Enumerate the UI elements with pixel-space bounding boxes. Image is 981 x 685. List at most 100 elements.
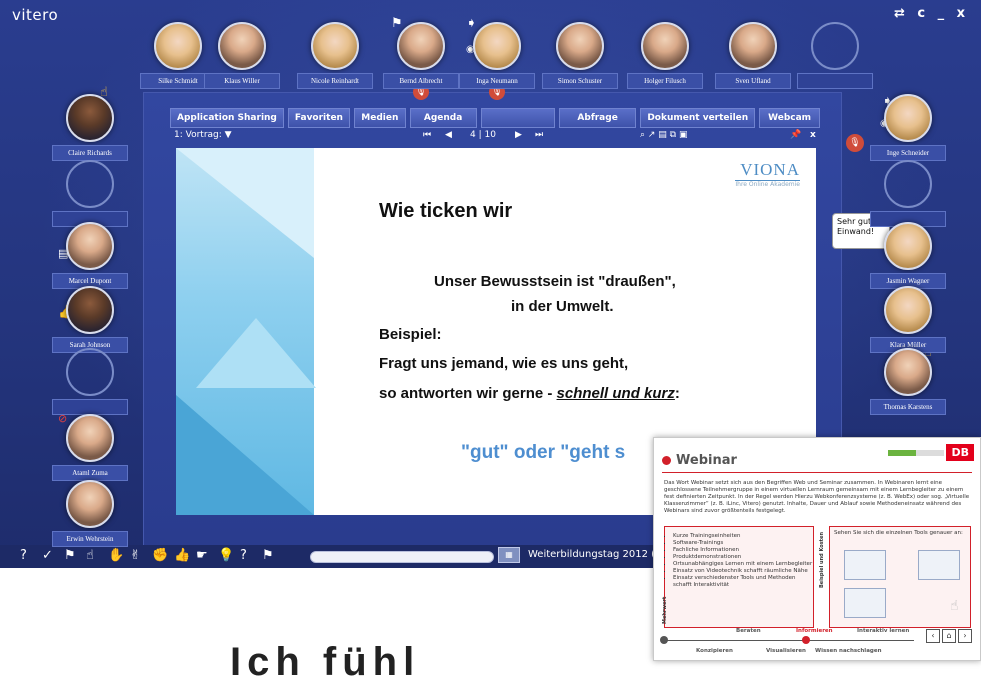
tool-thumbnail[interactable] <box>918 550 960 580</box>
participant-seat[interactable]: Inga Neumann <box>459 22 535 89</box>
viona-logo: VIONA Ihre Online Akademie <box>735 160 800 188</box>
menu-item[interactable] <box>480 108 555 128</box>
menu-item[interactable]: Medien <box>353 108 406 128</box>
participant-seat[interactable]: Sven Ufland <box>715 22 791 89</box>
close-icon[interactable]: x <box>810 130 816 140</box>
participant-avatar[interactable] <box>218 22 266 70</box>
participant-seat[interactable]: Erwin Wehrstein <box>52 480 128 547</box>
timeline <box>664 640 914 641</box>
progress-bar <box>310 551 494 563</box>
participant-seat[interactable]: Simon Schuster <box>542 22 618 89</box>
participant-avatar[interactable] <box>397 22 445 70</box>
feedback-tool-icon[interactable]: ? <box>20 548 27 563</box>
first-page-button[interactable]: ⏮ <box>423 130 431 140</box>
tool-thumbnail[interactable] <box>844 588 886 618</box>
timeline-item[interactable]: Beraten <box>736 628 761 634</box>
empty-seat-circle[interactable] <box>884 160 932 208</box>
empty-seat[interactable] <box>52 348 128 415</box>
feedback-tool-icon[interactable]: ✊ <box>152 548 168 563</box>
participant-name: Thomas Karstens <box>870 399 946 415</box>
feedback-tool-icon[interactable]: 💡 <box>218 548 234 563</box>
participant-seat[interactable]: Ataml Zuma <box>52 414 128 481</box>
participant-seat[interactable]: Holger Filusch <box>627 22 703 89</box>
feedback-tool-icon[interactable]: ☛ <box>196 548 208 563</box>
empty-seat[interactable] <box>797 22 873 89</box>
participant-seat[interactable]: Thomas Karstens <box>870 348 946 415</box>
db-logo: DB <box>946 444 974 461</box>
menu-item[interactable]: Agenda <box>409 108 477 128</box>
feedback-tool-icon[interactable]: ☝ <box>86 548 94 563</box>
feedback-tool-icon[interactable]: ✓ <box>42 548 53 563</box>
participant-avatar[interactable] <box>884 94 932 142</box>
participant-seat[interactable]: Jasmin Wagner <box>870 222 946 289</box>
next-page-button[interactable]: ▶ <box>515 130 522 140</box>
window-controls[interactable]: ⇄ c _ x <box>894 6 969 21</box>
participant-avatar[interactable] <box>641 22 689 70</box>
timeline-item[interactable]: Visualisieren <box>766 648 806 654</box>
participant-avatar[interactable] <box>311 22 359 70</box>
participant-seat[interactable]: Marcel Dupont <box>52 222 128 289</box>
participant-avatar[interactable] <box>884 286 932 334</box>
menu-item[interactable]: Favoriten <box>287 108 350 128</box>
menu-item[interactable]: Webcam <box>759 108 820 128</box>
participant-avatar[interactable] <box>66 414 114 462</box>
pin-icon[interactable]: 📌 <box>790 130 801 140</box>
feedback-tool-icon[interactable]: ✋ <box>108 548 124 563</box>
participant-seat[interactable]: Inge Schneider <box>870 94 946 161</box>
vertical-label: Beispiel und Kosten <box>819 531 825 588</box>
menu-item[interactable]: Dokument verteilen <box>640 108 756 128</box>
menu-item[interactable]: Application Sharing <box>170 108 284 128</box>
participant-avatar[interactable] <box>66 286 114 334</box>
participant-avatar[interactable] <box>66 480 114 528</box>
prev-page-button[interactable]: ◀ <box>445 130 452 140</box>
participant-avatar[interactable] <box>154 22 202 70</box>
empty-seat[interactable] <box>870 160 946 227</box>
feedback-tool-icon[interactable]: 👍 <box>174 548 190 563</box>
home-icon[interactable]: ⌂ <box>942 629 956 643</box>
tool-thumbnail[interactable] <box>844 550 886 580</box>
last-page-button[interactable]: ⏭ <box>535 130 543 140</box>
participant-name: Bernd Albrecht <box>383 73 459 89</box>
participant-avatar[interactable] <box>66 94 114 142</box>
benefit-item: Fachliche Informationen <box>673 547 813 554</box>
prev-page-icon[interactable]: ‹ <box>926 629 940 643</box>
participant-avatar[interactable] <box>729 22 777 70</box>
participant-seat[interactable]: Claire Richards <box>52 94 128 161</box>
participant-avatar[interactable] <box>66 222 114 270</box>
timeline-item[interactable]: Konzipieren <box>696 648 733 654</box>
timeline-item-active[interactable]: Informieren <box>796 628 833 634</box>
next-page-icon[interactable]: › <box>958 629 972 643</box>
empty-seat-circle[interactable] <box>811 22 859 70</box>
feedback-tool-icon[interactable]: ? <box>240 548 247 563</box>
presentation-select[interactable]: 1: Vortrag: ▼ <box>174 130 232 140</box>
empty-seat[interactable] <box>52 160 128 227</box>
empty-seat-circle[interactable] <box>66 160 114 208</box>
panel-title: Webinar <box>676 453 737 468</box>
participant-avatar[interactable] <box>473 22 521 70</box>
ticker-icon[interactable]: ▦ <box>498 547 520 563</box>
timeline-active-dot <box>802 636 810 644</box>
timeline-item[interactable]: Wissen nachschlagen <box>815 648 882 654</box>
participant-seat[interactable]: Klaus Willer <box>204 22 280 89</box>
menu-item[interactable]: Abfrage <box>558 108 637 128</box>
participant-name: Sven Ufland <box>715 73 791 89</box>
feedback-tool-icon[interactable]: ✌ <box>130 548 141 563</box>
participant-avatar[interactable] <box>884 222 932 270</box>
participant-seat[interactable]: Klara Müller <box>870 286 946 353</box>
participant-seat[interactable]: Nicole Reinhardt <box>297 22 373 89</box>
empty-seat-circle[interactable] <box>66 348 114 396</box>
feedback-tool-icon[interactable]: ⚑ <box>262 548 274 563</box>
slide-tools[interactable]: ⌕ ↗ ▤ ⧉ ▣ <box>640 130 687 140</box>
record-mic-icon[interactable]: 🎙 <box>846 134 864 152</box>
participant-seat[interactable]: Sarah Johnson <box>52 286 128 353</box>
participant-name <box>797 73 873 89</box>
timeline-item[interactable]: Interaktiv lernen <box>857 628 909 634</box>
participant-avatar[interactable] <box>556 22 604 70</box>
participant-seat[interactable]: Bernd Albrecht <box>383 22 459 89</box>
feedback-tool-icon[interactable]: ⚑ <box>64 548 76 563</box>
participant-avatar[interactable] <box>884 348 932 396</box>
slide-decoration <box>176 148 316 515</box>
benefit-item: Produktdemonstrationen <box>673 554 813 561</box>
participant-name: Simon Schuster <box>542 73 618 89</box>
timeline-start-dot <box>660 636 668 644</box>
